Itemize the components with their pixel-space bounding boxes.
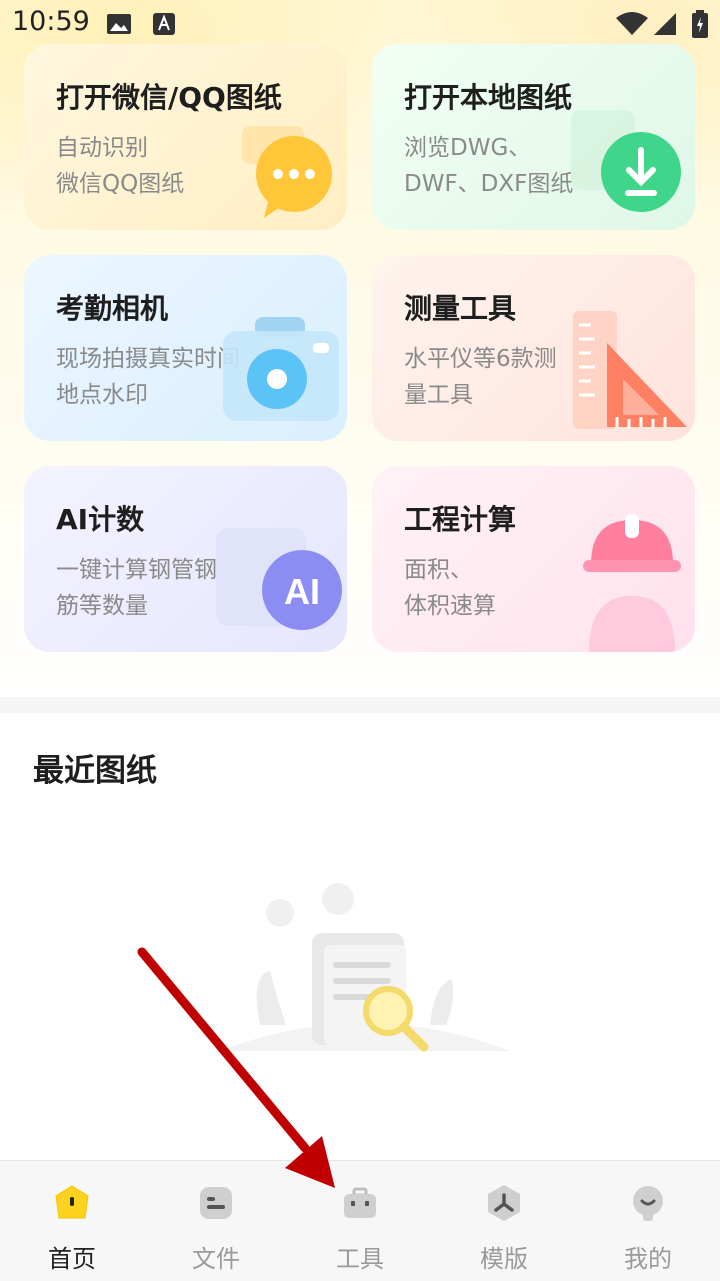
nav-label: 我的 bbox=[624, 1245, 672, 1273]
profile-icon bbox=[633, 1186, 663, 1221]
card-description: 自动识别 微信QQ图纸 bbox=[56, 135, 185, 197]
camera-icon bbox=[223, 317, 339, 421]
chat-bubble-icon bbox=[242, 126, 332, 218]
nav-label: 工具 bbox=[336, 1245, 384, 1273]
card-title: 打开微信/QQ图纸 bbox=[56, 81, 282, 114]
nav-item-templates[interactable]: 模版 bbox=[432, 1161, 576, 1281]
empty-document-illustration-icon bbox=[220, 883, 510, 1052]
nav-label: 首页 bbox=[48, 1245, 96, 1273]
open-local-drawing-card[interactable]: 打开本地图纸 浏览DWG、 DWF、DXF图纸 bbox=[372, 44, 695, 230]
template-icon bbox=[488, 1185, 520, 1221]
attendance-camera-card[interactable]: 考勤相机 现场拍摄真实时间 地点水印 bbox=[24, 255, 347, 441]
file-icon bbox=[200, 1187, 232, 1219]
image-notification-icon bbox=[107, 14, 131, 34]
keyboard-notification-icon bbox=[153, 13, 175, 35]
nav-label: 文件 bbox=[192, 1245, 240, 1273]
nav-label: 模版 bbox=[480, 1245, 528, 1273]
recent-drawings-title: 最近图纸 bbox=[33, 753, 157, 789]
nav-item-mine[interactable]: 我的 bbox=[576, 1161, 720, 1281]
card-title: 工程计算 bbox=[404, 503, 517, 536]
home-icon bbox=[55, 1185, 89, 1219]
download-icon bbox=[571, 110, 681, 212]
svg-text:AI: AI bbox=[284, 571, 320, 612]
bottom-navigation: 首页 文件 工具 模版 我的 bbox=[0, 1160, 720, 1281]
nav-item-home[interactable]: 首页 bbox=[0, 1161, 144, 1281]
ai-count-card[interactable]: AI计数 一键计算钢管钢 筋等数量 AI bbox=[24, 466, 347, 652]
card-title: AI计数 bbox=[56, 503, 145, 536]
engineer-helmet-icon bbox=[583, 514, 681, 652]
section-divider bbox=[0, 697, 720, 713]
card-title: 测量工具 bbox=[404, 292, 517, 325]
ai-icon: AI bbox=[216, 528, 342, 630]
signal-icon bbox=[654, 13, 676, 35]
toolbox-icon bbox=[344, 1187, 376, 1218]
ruler-triangle-icon bbox=[573, 311, 687, 429]
nav-item-files[interactable]: 文件 bbox=[144, 1161, 288, 1281]
status-time: 10:59 bbox=[12, 6, 90, 37]
engineering-calculation-card[interactable]: 工程计算 面积、 体积速算 bbox=[372, 466, 695, 652]
card-title: 考勤相机 bbox=[56, 292, 169, 325]
card-title: 打开本地图纸 bbox=[404, 81, 573, 114]
card-description: 面积、 体积速算 bbox=[404, 557, 496, 619]
open-wechat-qq-drawing-card[interactable]: 打开微信/QQ图纸 自动识别 微信QQ图纸 bbox=[24, 44, 347, 230]
battery-icon bbox=[692, 10, 708, 38]
status-bar: 10:59 bbox=[0, 0, 720, 50]
nav-item-tools[interactable]: 工具 bbox=[288, 1161, 432, 1281]
measurement-tools-card[interactable]: 测量工具 水平仪等6款测 量工具 bbox=[372, 255, 695, 441]
wifi-icon bbox=[616, 12, 648, 35]
